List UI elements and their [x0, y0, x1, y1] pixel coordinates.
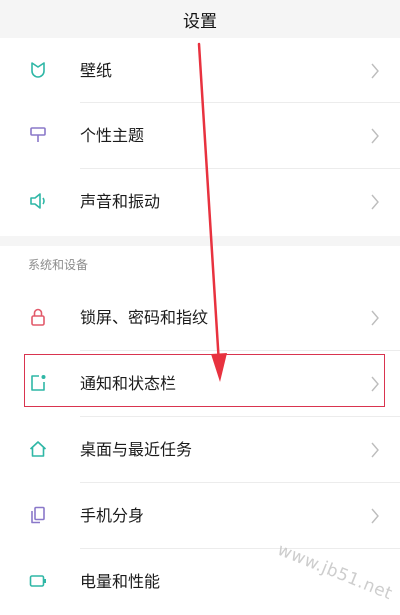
settings-item-wallpaper[interactable]: 壁纸 — [0, 38, 400, 104]
settings-item-home-screen[interactable]: 桌面与最近任务 — [0, 417, 400, 483]
settings-item-label: 壁纸 — [80, 61, 113, 80]
settings-item-lock-screen[interactable]: 锁屏、密码和指纹 — [0, 285, 400, 351]
settings-item-label: 锁屏、密码和指纹 — [80, 308, 209, 327]
section-gap — [0, 236, 400, 246]
settings-item-label: 声音和振动 — [80, 192, 161, 211]
notification-icon — [31, 375, 46, 391]
settings-item-second-space[interactable]: 手机分身 — [0, 483, 400, 549]
settings-item-notifications[interactable]: 通知和状态栏 — [0, 351, 400, 417]
chevron-right-icon — [371, 63, 379, 79]
settings-item-theme[interactable]: 个性主题 — [0, 103, 400, 169]
lock-icon — [31, 308, 45, 326]
settings-item-label: 电量和性能 — [80, 572, 161, 591]
settings-item-label: 通知和状态栏 — [80, 374, 177, 393]
settings-item-label: 桌面与最近任务 — [80, 440, 193, 459]
phone-clone-icon — [31, 506, 45, 524]
chevron-right-icon — [371, 194, 379, 210]
speaker-icon — [30, 193, 45, 209]
chevron-right-icon — [371, 442, 379, 458]
home-icon — [29, 441, 47, 457]
settings-item-label: 个性主题 — [80, 126, 145, 145]
battery-icon — [29, 575, 46, 587]
chevron-right-icon — [371, 508, 379, 524]
wallpaper-icon — [31, 62, 45, 78]
settings-item-label: 手机分身 — [80, 506, 145, 525]
section-header: 系统和设备 — [28, 258, 89, 272]
chevron-right-icon — [371, 376, 379, 392]
chevron-right-icon — [371, 310, 379, 326]
settings-item-sound[interactable]: 声音和振动 — [0, 169, 400, 235]
chevron-right-icon — [371, 128, 379, 144]
theme-brush-icon — [30, 127, 46, 142]
